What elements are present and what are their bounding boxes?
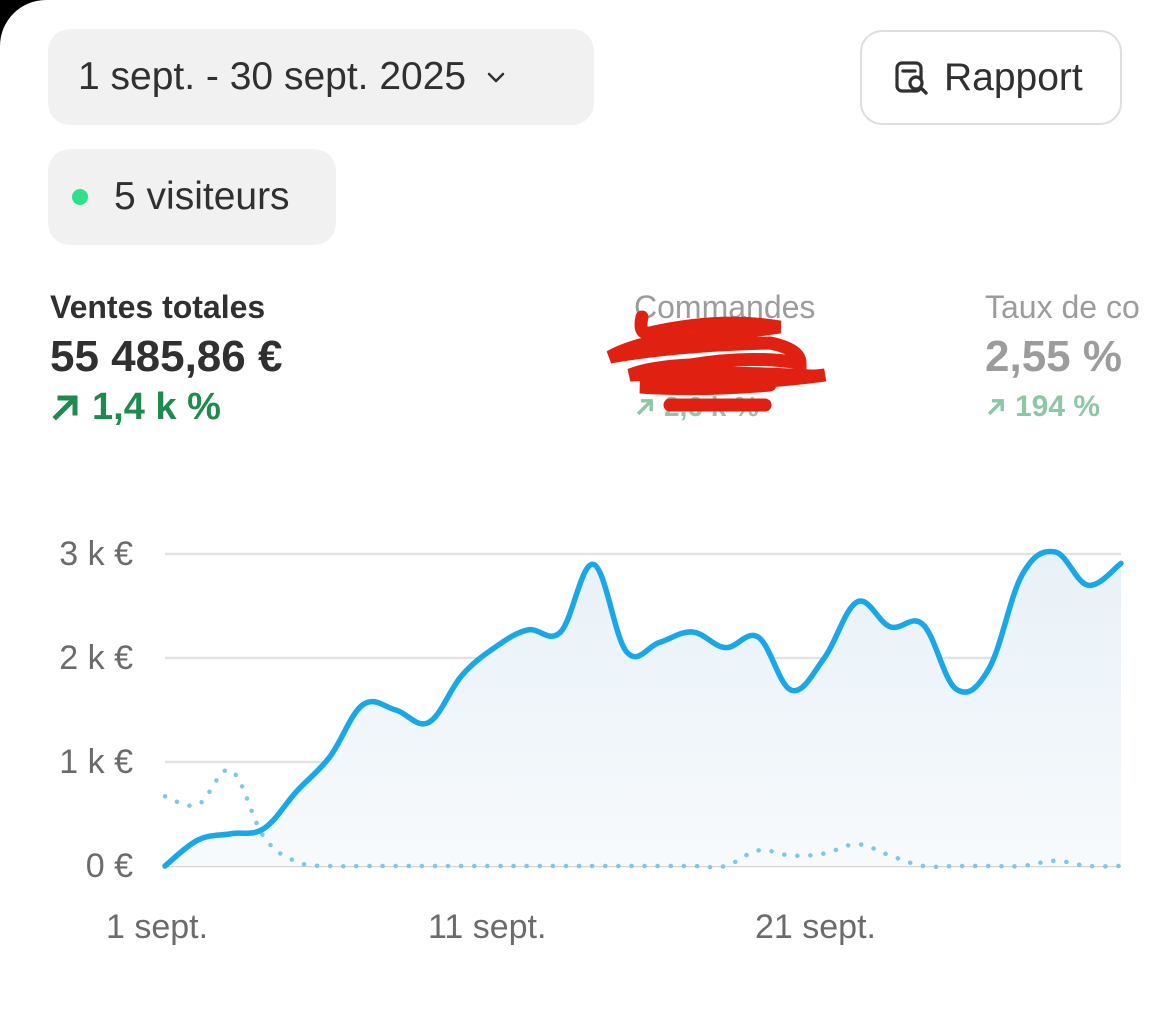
sales-line-chart[interactable] [0, 0, 1170, 1010]
series-area-fill [165, 551, 1121, 866]
analytics-card: 1 sept. - 30 sept. 2025 Rapport 5 visite… [0, 0, 1170, 1010]
